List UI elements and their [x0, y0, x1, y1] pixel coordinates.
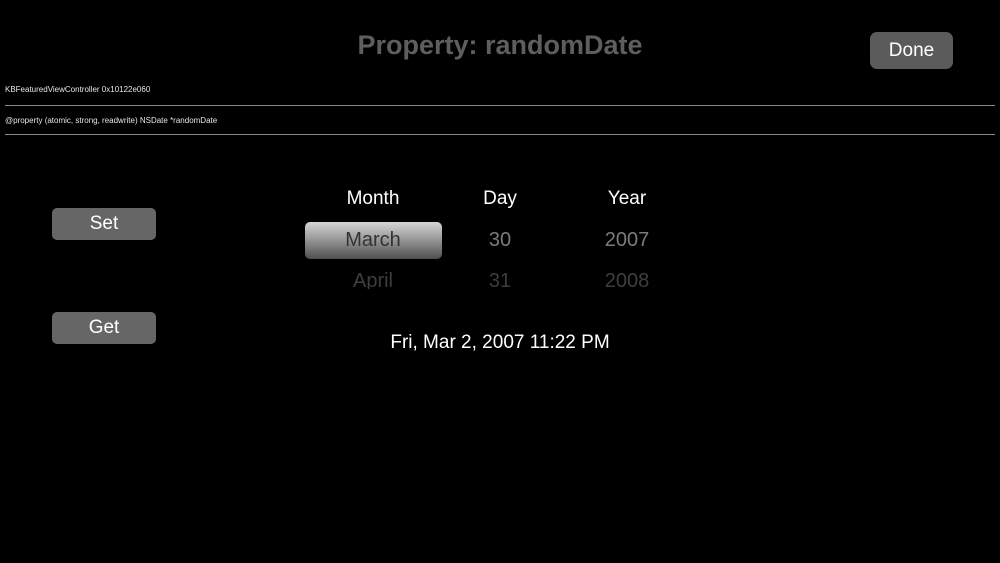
divider: [5, 134, 995, 135]
picker-header-year: Year: [607, 188, 647, 209]
page-title: Property: randomDate: [357, 30, 643, 60]
picker-header-month: Month: [346, 188, 400, 209]
done-button[interactable]: Done: [870, 32, 953, 69]
picker-year-next[interactable]: 2008: [557, 270, 697, 289]
date-readout: Fri, Mar 2, 2007 11:22 PM: [390, 332, 610, 353]
picker-month-next[interactable]: April: [303, 270, 443, 289]
property-editor-screen: Property: randomDate Done KBFeaturedView…: [0, 0, 1000, 563]
set-button[interactable]: Set: [52, 208, 156, 240]
picker-month-selected[interactable]: March: [303, 229, 443, 252]
picker-year-selected[interactable]: 2007: [557, 229, 697, 252]
picker-day-selected[interactable]: 30: [430, 229, 570, 252]
controller-info: KBFeaturedViewController 0x10122e060: [5, 85, 151, 94]
property-declaration: @property (atomic, strong, readwrite) NS…: [5, 116, 218, 125]
divider: [5, 105, 995, 106]
picker-header-day: Day: [483, 188, 517, 209]
picker-day-next[interactable]: 31: [430, 270, 570, 289]
